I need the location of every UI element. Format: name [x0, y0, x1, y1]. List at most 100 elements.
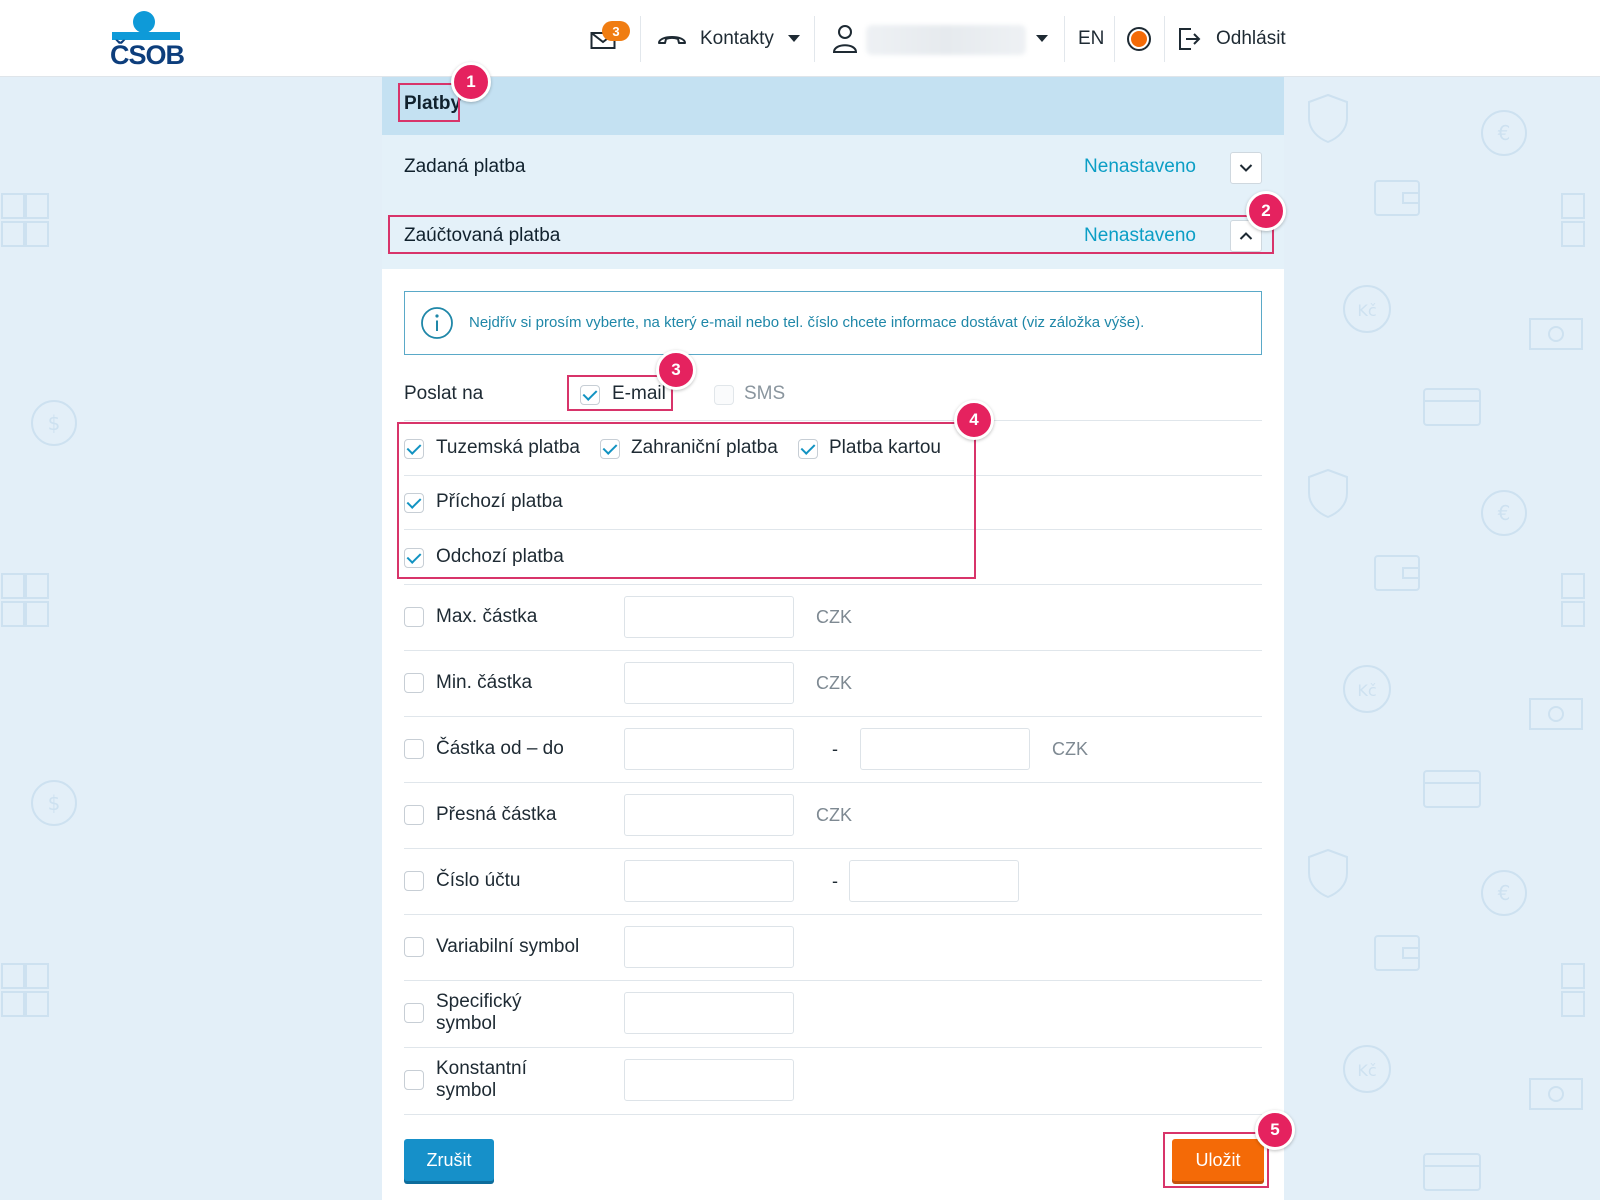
row-divider — [404, 1114, 1262, 1115]
card-payment-label[interactable]: Platba kartou — [829, 437, 941, 459]
row-divider — [404, 782, 1262, 783]
header-divider — [1114, 16, 1115, 62]
row-divider — [404, 475, 1262, 476]
constant-symbol-label[interactable]: Konstantní symbol — [436, 1058, 527, 1102]
specific-symbol-input[interactable] — [624, 992, 794, 1034]
outgoing-payment-label[interactable]: Odchozí platba — [436, 546, 564, 568]
domestic-payment-checkbox[interactable] — [404, 439, 424, 459]
variable-symbol-input[interactable] — [624, 926, 794, 968]
specific-symbol-label[interactable]: Specifický symbol — [436, 991, 522, 1035]
section-header: Platby — [382, 77, 1284, 135]
min-amount-input[interactable] — [624, 662, 794, 704]
koruna-icon: Kč — [1343, 665, 1391, 713]
banknote-icon — [1529, 698, 1583, 730]
koruna-icon: Kč — [1343, 1045, 1391, 1093]
banknote-icon — [1529, 1078, 1583, 1110]
expand-button[interactable] — [1230, 152, 1262, 184]
account-number-input[interactable] — [849, 860, 1019, 902]
accordion-zauctovana-platba[interactable]: Zaúčtovaná platba Nenastaveno — [382, 201, 1284, 269]
max-amount-checkbox[interactable] — [404, 607, 424, 627]
annotation-marker-1: 1 — [451, 62, 491, 102]
calculator-icon — [1, 573, 49, 627]
notification-settings-panel: Platby Zadaná platba Nenastaveno Zaúčtov… — [382, 77, 1284, 1200]
annotation-marker-3: 3 — [656, 350, 696, 390]
user-menu-toggle[interactable] — [1036, 0, 1050, 77]
banknote-icon — [1529, 318, 1583, 350]
sms-checkbox[interactable] — [714, 385, 734, 405]
info-icon — [421, 307, 453, 339]
logout-button[interactable]: Odhlásit — [1176, 0, 1286, 77]
currency-label: CZK — [816, 805, 852, 825]
specific-symbol-label-line1: Specifický — [436, 991, 522, 1012]
csob-logo[interactable]: ČSOB — [110, 10, 185, 70]
user-name-redacted[interactable] — [866, 25, 1026, 55]
account-number-checkbox[interactable] — [404, 871, 424, 891]
cancel-button[interactable]: Zrušit — [404, 1139, 494, 1181]
chevron-down-icon — [1036, 35, 1048, 42]
phone-handset-icon — [658, 35, 686, 44]
domestic-payment-label[interactable]: Tuzemská platba — [436, 437, 580, 459]
section-title[interactable]: Platby — [404, 93, 461, 115]
svg-text:€: € — [1498, 881, 1511, 905]
min-amount-label[interactable]: Min. částka — [436, 672, 532, 694]
exact-amount-checkbox[interactable] — [404, 805, 424, 825]
svg-text:$: $ — [48, 791, 61, 815]
save-button[interactable]: Uložit — [1172, 1139, 1264, 1181]
svg-text:Kč: Kč — [1357, 681, 1376, 700]
email-checkbox[interactable] — [580, 385, 600, 405]
amount-range-checkbox[interactable] — [404, 739, 424, 759]
contacts-menu[interactable]: Kontakty — [656, 0, 804, 77]
incoming-payment-checkbox[interactable] — [404, 493, 424, 513]
card-icon — [1423, 770, 1481, 808]
user-icon-wrap[interactable] — [832, 0, 862, 77]
amount-range-label[interactable]: Částka od – do — [436, 738, 564, 760]
top-header: ČSOB 3 Kontakty EN Odhlásit — [0, 0, 1600, 77]
constant-symbol-checkbox[interactable] — [404, 1070, 424, 1090]
status-toggle[interactable] — [1126, 0, 1154, 77]
row-divider — [404, 1047, 1262, 1048]
info-message: Nejdřív si prosím vyberte, na který e-ma… — [404, 291, 1262, 355]
account-separator: - — [832, 871, 838, 891]
annotation-marker-4: 4 — [954, 400, 994, 440]
amount-to-input[interactable] — [860, 728, 1030, 770]
account-prefix-input[interactable] — [624, 860, 794, 902]
shield-icon — [1308, 468, 1348, 519]
amount-from-input[interactable] — [624, 728, 794, 770]
svg-text:Kč: Kč — [1357, 1061, 1376, 1080]
svg-text:Kč: Kč — [1357, 301, 1376, 320]
min-amount-checkbox[interactable] — [404, 673, 424, 693]
wallet-icon — [1374, 555, 1420, 591]
exact-amount-label[interactable]: Přesná částka — [436, 804, 556, 826]
variable-symbol-label[interactable]: Variabilní symbol — [436, 936, 579, 958]
card-payment-checkbox[interactable] — [798, 439, 818, 459]
max-amount-label[interactable]: Max. částka — [436, 606, 537, 628]
row-divider — [404, 529, 1262, 530]
foreign-payment-checkbox[interactable] — [600, 439, 620, 459]
account-number-label[interactable]: Číslo účtu — [436, 870, 520, 892]
variable-symbol-checkbox[interactable] — [404, 937, 424, 957]
accordion-zadana-platba[interactable]: Zadaná platba Nenastaveno — [382, 135, 1284, 201]
contacts-label: Kontakty — [700, 27, 774, 49]
foreign-payment-label[interactable]: Zahraniční platba — [631, 437, 778, 459]
specific-symbol-checkbox[interactable] — [404, 1003, 424, 1023]
outgoing-payment-checkbox[interactable] — [404, 548, 424, 568]
chevron-down-icon — [1239, 164, 1253, 172]
constant-symbol-input[interactable] — [624, 1059, 794, 1101]
row-divider — [404, 914, 1262, 915]
logo-text: ČSOB — [110, 40, 185, 70]
header-divider — [1064, 16, 1065, 62]
exact-amount-input[interactable] — [624, 794, 794, 836]
incoming-payment-label[interactable]: Příchozí platba — [436, 491, 563, 513]
euro-icon: € — [1481, 110, 1527, 156]
currency-label: CZK — [1052, 739, 1088, 759]
email-label[interactable]: E-mail — [612, 383, 666, 405]
svg-text:€: € — [1498, 121, 1511, 145]
max-amount-input[interactable] — [624, 596, 794, 638]
send-to-label: Poslat na — [404, 383, 484, 404]
row-divider — [404, 650, 1262, 651]
shield-icon — [1308, 848, 1348, 899]
accordion-title: Zaúčtovaná platba — [404, 225, 561, 246]
language-switch[interactable]: EN — [1078, 0, 1104, 77]
logout-icon — [1179, 27, 1201, 50]
calculator-icon — [1561, 963, 1585, 1017]
